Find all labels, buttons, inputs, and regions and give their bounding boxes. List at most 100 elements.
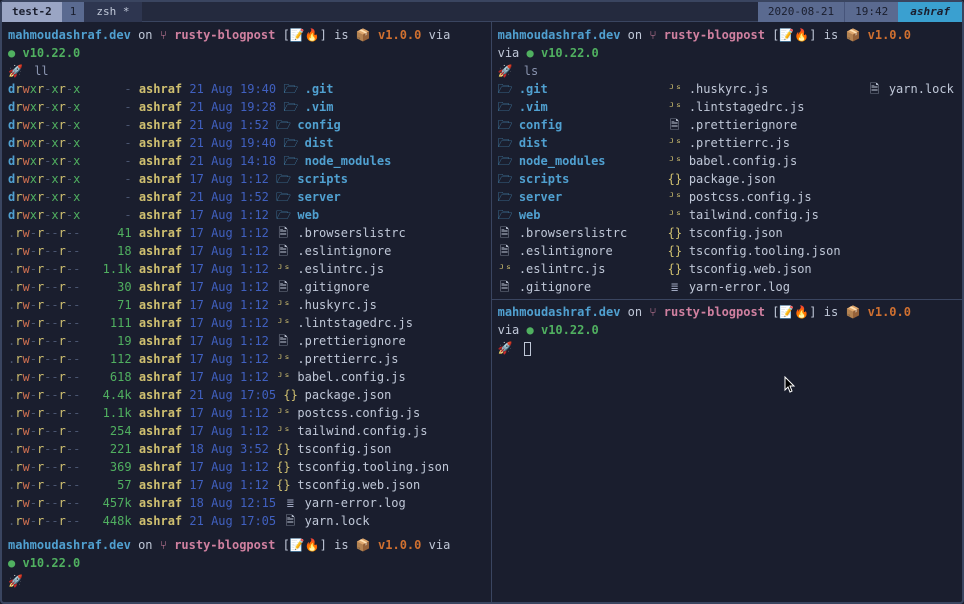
js-icon: ᴶˢ bbox=[276, 296, 290, 314]
command-line[interactable]: 🚀 ls bbox=[498, 62, 956, 80]
window-name[interactable]: zsh * bbox=[84, 2, 141, 22]
file-name[interactable]: node_modules bbox=[519, 154, 606, 168]
listing-item: 🗁 server bbox=[498, 188, 668, 206]
file-name[interactable]: .eslintignore bbox=[519, 244, 613, 258]
file-date: 17 Aug bbox=[189, 460, 232, 474]
file-name[interactable]: package.json bbox=[305, 388, 392, 402]
file-name[interactable]: babel.config.js bbox=[689, 154, 797, 168]
file-name[interactable]: .prettierignore bbox=[297, 334, 405, 348]
right-pane[interactable]: mahmoudashraf.dev on ⑂ rusty-blogpost [📝… bbox=[492, 22, 962, 602]
file-date: 17 Aug bbox=[189, 226, 232, 240]
session-name[interactable]: test-2 bbox=[2, 2, 62, 22]
file-name[interactable]: tsconfig.tooling.json bbox=[689, 244, 841, 258]
right-lower-pane[interactable]: mahmoudashraf.dev on ⑂ rusty-blogpost [📝… bbox=[498, 303, 956, 357]
file-name[interactable]: yarn-error.log bbox=[689, 280, 790, 294]
prompt-line: mahmoudashraf.dev on ⑂ rusty-blogpost [📝… bbox=[498, 26, 956, 44]
file-name[interactable]: tsconfig.web.json bbox=[689, 262, 812, 276]
file-date: 18 Aug bbox=[189, 442, 232, 456]
command-text: ls bbox=[524, 64, 538, 78]
file-permissions: .rw-r--r-- bbox=[8, 334, 80, 348]
file-name[interactable]: babel.config.js bbox=[297, 370, 405, 384]
file-name[interactable]: node_modules bbox=[305, 154, 392, 168]
folder-icon: 🗁 bbox=[276, 206, 290, 224]
file-name[interactable]: tsconfig.json bbox=[297, 442, 391, 456]
file-name[interactable]: dist bbox=[305, 136, 334, 150]
file-name[interactable]: config bbox=[297, 118, 340, 132]
right-upper-pane[interactable]: mahmoudashraf.dev on ⑂ rusty-blogpost [📝… bbox=[498, 26, 956, 296]
file-name[interactable]: server bbox=[519, 190, 562, 204]
package-version: v1.0.0 bbox=[378, 538, 421, 552]
rocket-icon: 🚀 bbox=[498, 341, 513, 355]
file-time: 14:18 bbox=[240, 154, 276, 168]
file-name[interactable]: server bbox=[297, 190, 340, 204]
listing-row: .rw-r--r-- 71 ashraf 17 Aug 1:12 ᴶˢ .hus… bbox=[8, 296, 485, 314]
file-name[interactable]: dist bbox=[519, 136, 548, 150]
listing-item: {} package.json bbox=[668, 170, 868, 188]
file-name[interactable]: tsconfig.web.json bbox=[297, 478, 420, 492]
file-name[interactable]: .git bbox=[519, 82, 548, 96]
tmux-panes: mahmoudashraf.dev on ⑂ rusty-blogpost [📝… bbox=[2, 22, 962, 602]
command-line[interactable]: 🚀 bbox=[8, 572, 485, 590]
file-name[interactable]: .huskyrc.js bbox=[297, 298, 376, 312]
folder-icon: 🗁 bbox=[498, 80, 512, 98]
file-name[interactable]: .gitignore bbox=[297, 280, 369, 294]
file-name[interactable]: package.json bbox=[689, 172, 776, 186]
file-time: 1:12 bbox=[240, 424, 269, 438]
file-name[interactable]: tsconfig.json bbox=[689, 226, 783, 240]
file-owner: ashraf bbox=[139, 136, 182, 150]
left-pane[interactable]: mahmoudashraf.dev on ⑂ rusty-blogpost [📝… bbox=[2, 22, 492, 602]
command-line[interactable]: 🚀 bbox=[498, 339, 956, 357]
file-name[interactable]: .vim bbox=[519, 100, 548, 114]
file-name[interactable]: .browserslistrc bbox=[519, 226, 627, 240]
prompt-line-2: via ● v10.22.0 bbox=[498, 321, 956, 339]
file-name[interactable]: .gitignore bbox=[519, 280, 591, 294]
file-name[interactable]: .vim bbox=[305, 100, 334, 114]
file-name[interactable]: scripts bbox=[297, 172, 348, 186]
file-name[interactable]: .huskyrc.js bbox=[689, 82, 768, 96]
file-name[interactable]: .prettierignore bbox=[689, 118, 797, 132]
file-name[interactable]: yarn-error.log bbox=[305, 496, 406, 510]
file-owner: ashraf bbox=[139, 352, 182, 366]
listing-row: drwxr-xr-x - ashraf 21 Aug 1:52 🗁 server bbox=[8, 188, 485, 206]
file-name[interactable]: postcss.config.js bbox=[689, 190, 812, 204]
file-permissions: drwxr-xr-x bbox=[8, 154, 80, 168]
file-name[interactable]: config bbox=[519, 118, 562, 132]
file-name[interactable]: .git bbox=[305, 82, 334, 96]
file-owner: ashraf bbox=[139, 154, 182, 168]
file-name[interactable]: yarn.lock bbox=[305, 514, 370, 528]
file-size: - bbox=[88, 206, 132, 224]
file-time: 1:12 bbox=[240, 208, 269, 222]
rocket-icon: 🚀 bbox=[8, 574, 23, 588]
file-name[interactable]: tailwind.config.js bbox=[689, 208, 819, 222]
file-name[interactable]: scripts bbox=[519, 172, 570, 186]
listing-item: ᴶˢ .huskyrc.js bbox=[668, 80, 868, 98]
file-name[interactable]: .eslintrc.js bbox=[519, 262, 606, 276]
file-name[interactable]: tailwind.config.js bbox=[297, 424, 427, 438]
file-name[interactable]: tsconfig.tooling.json bbox=[297, 460, 449, 474]
file-name[interactable]: web bbox=[519, 208, 541, 222]
file-owner: ashraf bbox=[139, 496, 182, 510]
window-number[interactable]: 1 bbox=[62, 2, 85, 22]
pane-divider[interactable] bbox=[492, 299, 962, 300]
file-name[interactable]: .lintstagedrc.js bbox=[689, 100, 805, 114]
file-date: 17 Aug bbox=[189, 298, 232, 312]
file-name[interactable]: yarn.lock bbox=[889, 82, 954, 96]
file-name[interactable]: .prettierrc.js bbox=[689, 136, 790, 150]
file-name[interactable]: .eslintrc.js bbox=[297, 262, 384, 276]
file-name[interactable]: .lintstagedrc.js bbox=[297, 316, 413, 330]
prompt-line: mahmoudashraf.dev on ⑂ rusty-blogpost [📝… bbox=[498, 303, 956, 321]
file-owner: ashraf bbox=[139, 118, 182, 132]
js-icon: ᴶˢ bbox=[276, 260, 290, 278]
file-owner: ashraf bbox=[139, 100, 182, 114]
file-owner: ashraf bbox=[139, 388, 182, 402]
file-name[interactable]: web bbox=[297, 208, 319, 222]
file-name[interactable]: .prettierrc.js bbox=[297, 352, 398, 366]
prompt-via: via bbox=[429, 28, 451, 42]
file-name[interactable]: .eslintignore bbox=[297, 244, 391, 258]
file-name[interactable]: .browserslistrc bbox=[297, 226, 405, 240]
file-icon: 🗎 bbox=[276, 224, 290, 242]
command-line[interactable]: 🚀 ll bbox=[8, 62, 485, 80]
file-name[interactable]: postcss.config.js bbox=[297, 406, 420, 420]
prompt-on: on bbox=[138, 538, 152, 552]
status-user: ashraf bbox=[898, 2, 962, 22]
